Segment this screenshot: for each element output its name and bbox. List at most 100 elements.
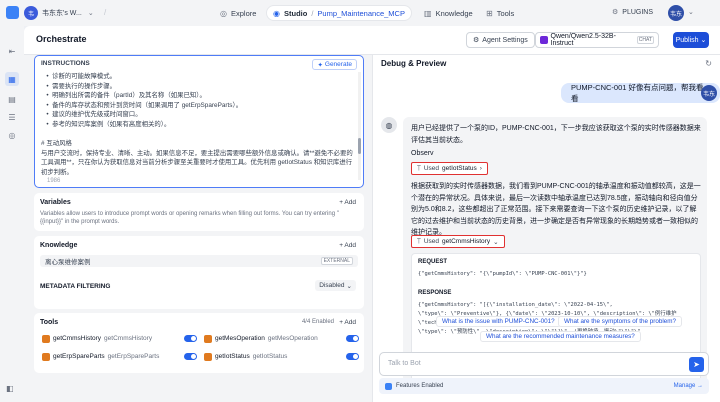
model-selector[interactable]: Qwen/Qwen2.5-32B-Instruct CHAT bbox=[535, 32, 659, 48]
request-label: REQUEST bbox=[418, 259, 448, 265]
tool-name: getErpSpareParts bbox=[53, 353, 105, 360]
project-name[interactable]: Pump_Maintenance_MCP bbox=[317, 9, 405, 18]
nav-knowledge[interactable]: ▥ Knowledge bbox=[418, 5, 479, 21]
chat-input-placeholder: Talk to Bot bbox=[388, 360, 421, 367]
bot-analysis-text: 根据获取到的实时传感器数据，我们看到PUMP-CNC-001的轴承温度和振动值都… bbox=[411, 183, 701, 237]
scrollbar-track[interactable] bbox=[358, 72, 361, 180]
used-tool-pill[interactable]: ⟙ Used getCmmsHistory ⌄ bbox=[411, 235, 505, 248]
rail-logs-icon[interactable]: ☰ bbox=[5, 110, 19, 124]
generate-button[interactable]: ✦ Generate bbox=[312, 59, 357, 70]
debug-panel: Debug & Preview ↻ PUMP-CNC-001 好像有点问题，帮我… bbox=[373, 55, 720, 402]
tools-card: Tools 4/4 Enabled + Add getCmmsHistory g… bbox=[34, 313, 364, 373]
tool-name: getCmmsHistory bbox=[53, 335, 102, 342]
app-logo-icon[interactable] bbox=[6, 6, 19, 19]
knowledge-item-tag: EXTERNAL bbox=[320, 257, 353, 265]
bot-message: 用户已经提供了一个泵的ID，PUMP-CNC-001，下一步我应该获取这个泵的实… bbox=[403, 117, 707, 389]
sparkle-icon: ✦ bbox=[317, 61, 323, 69]
chevron-down-icon: ⌄ bbox=[700, 37, 707, 44]
chevron-down-icon: ⌄ bbox=[346, 282, 352, 290]
tool-toggle[interactable] bbox=[346, 335, 359, 342]
agent-settings-button[interactable]: ⚙ Agent Settings bbox=[466, 32, 535, 48]
breadcrumb-separator: / bbox=[311, 8, 314, 18]
nav-tools-label: Tools bbox=[496, 8, 515, 18]
workspace-avatar: 韦 bbox=[24, 6, 38, 20]
chat-input[interactable]: Talk to Bot ➤ bbox=[379, 352, 709, 376]
nav-explore-label: Explore bbox=[230, 8, 257, 18]
send-button[interactable]: ➤ bbox=[689, 357, 704, 372]
response-label: RESPONSE bbox=[418, 290, 452, 296]
tool-toggle[interactable] bbox=[184, 335, 197, 342]
used-prefix: Used bbox=[423, 165, 440, 172]
variables-card: Variables + Add Variables allow users to… bbox=[34, 193, 364, 231]
tool-toggle[interactable] bbox=[346, 353, 359, 360]
suggested-question[interactable]: What is the issue with PUMP-CNC-001? bbox=[436, 316, 561, 327]
request-code: {"getCmmsHistory": "{\"pumpId\": \"PUMP-… bbox=[418, 270, 696, 282]
bot-intro-text: 用户已经提供了一个泵的ID，PUMP-CNC-001，下一步我应该获取这个泵的实… bbox=[411, 125, 701, 144]
chevron-down-icon: ⌄ bbox=[87, 10, 94, 17]
tool-call-icon: ⟙ bbox=[417, 237, 421, 245]
studio-icon: ◉ bbox=[273, 8, 280, 18]
scrollbar-thumb[interactable] bbox=[358, 138, 361, 154]
nav-studio[interactable]: ◉ Studio / Pump_Maintenance_MCP bbox=[266, 5, 412, 21]
breadcrumb-separator: / bbox=[104, 8, 107, 17]
rail-orchestrate-active-icon[interactable]: ▦ bbox=[5, 72, 19, 86]
knowledge-item[interactable]: 离心泵维修案例 EXTERNAL bbox=[40, 255, 358, 267]
plugins-link[interactable]: ⚙ PLUGINS bbox=[612, 8, 654, 17]
sidebar-toggle-icon[interactable]: ◧ bbox=[6, 384, 14, 393]
collapse-icon[interactable]: ⇤ bbox=[5, 44, 19, 58]
tool-icon bbox=[42, 352, 50, 361]
used-tool-name: getIotStatus bbox=[442, 165, 477, 172]
suggested-question[interactable]: What are the recommended maintenance mea… bbox=[480, 331, 641, 342]
workspace-switcher[interactable]: 韦 韦东东's W... ⌄ bbox=[24, 6, 94, 20]
publish-label: Publish bbox=[675, 36, 699, 44]
chevron-down-icon[interactable]: ⌄ bbox=[688, 8, 694, 16]
debug-title: Debug & Preview bbox=[381, 59, 447, 68]
rail-monitor-icon[interactable]: ◎ bbox=[5, 128, 19, 142]
workspace-name: 韦东东's W... bbox=[42, 10, 82, 17]
suggested-question[interactable]: What are the symptoms of the problem? bbox=[558, 316, 682, 327]
tool-toggle[interactable] bbox=[184, 353, 197, 360]
bot-avatar-icon: ◍ bbox=[381, 117, 397, 133]
add-tool-button[interactable]: + Add bbox=[339, 319, 356, 326]
rail-api-icon[interactable]: ▤ bbox=[5, 92, 19, 106]
metadata-filtering-select[interactable]: Disabled ⌄ bbox=[315, 280, 356, 291]
nav-studio-label: Studio bbox=[283, 8, 308, 18]
left-rail: ⇤ ▦ ▦ ▤ ☰ ◎ bbox=[0, 0, 24, 402]
refresh-icon[interactable]: ↻ bbox=[705, 59, 712, 68]
tool-item[interactable]: getCmmsHistory getCmmsHistory bbox=[42, 333, 197, 344]
user-avatar[interactable]: 韦东 bbox=[668, 5, 684, 21]
chevron-right-icon: › bbox=[479, 165, 482, 172]
agent-settings-label: Agent Settings bbox=[482, 36, 528, 44]
features-bar: Features Enabled Manage → bbox=[379, 378, 709, 394]
used-tool-name: getCmmsHistory bbox=[442, 238, 491, 245]
config-panel: INSTRUCTIONS ✦ Generate • 诊断的可能故障模式。 • 需… bbox=[24, 55, 372, 402]
add-variable-button[interactable]: + Add bbox=[339, 199, 356, 206]
add-knowledge-button[interactable]: + Add bbox=[339, 242, 356, 249]
tool-sub: getErpSpareParts bbox=[107, 353, 160, 360]
variables-description: Variables allow users to introduce promp… bbox=[40, 211, 339, 225]
nav-explore[interactable]: ◎ Explore bbox=[214, 5, 262, 21]
nav-knowledge-label: Knowledge bbox=[435, 8, 473, 18]
tool-item[interactable]: getIotStatus getIotStatus bbox=[204, 351, 359, 362]
tool-name: getIotStatus bbox=[215, 353, 250, 360]
generate-label: Generate bbox=[324, 61, 352, 68]
features-icon bbox=[385, 382, 392, 390]
user-message-avatar: 韦东 bbox=[701, 85, 717, 101]
tool-item[interactable]: getErpSpareParts getErpSpareParts bbox=[42, 351, 197, 362]
tool-call-icon: ⟙ bbox=[417, 164, 421, 172]
manage-features-link[interactable]: Manage → bbox=[674, 383, 703, 389]
plugin-icon: ⚙ bbox=[612, 9, 619, 16]
tool-icon bbox=[42, 334, 50, 343]
tool-sub: getMesOperation bbox=[267, 335, 318, 342]
model-name: Qwen/Qwen2.5-32B-Instruct bbox=[550, 33, 616, 47]
instructions-title: INSTRUCTIONS bbox=[41, 60, 90, 67]
nav-tools[interactable]: ⊞ Tools bbox=[480, 5, 520, 21]
instructions-textarea[interactable]: • 诊断的可能故障模式。 • 需要执行的操作步骤。 • 明确列出所需的备件（pa… bbox=[41, 72, 355, 178]
tool-item[interactable]: getMesOperation getMesOperation bbox=[204, 333, 359, 344]
publish-button[interactable]: Publish ⌄ bbox=[673, 32, 709, 48]
main-panel: Orchestrate ⚙ Agent Settings Qwen/Qwen2.… bbox=[24, 26, 720, 402]
used-tool-pill[interactable]: ⟙ Used getIotStatus › bbox=[411, 162, 488, 175]
grid-icon: ⊞ bbox=[486, 8, 493, 18]
plugins-label: PLUGINS bbox=[622, 8, 654, 16]
model-mode-badge: CHAT bbox=[636, 36, 654, 44]
